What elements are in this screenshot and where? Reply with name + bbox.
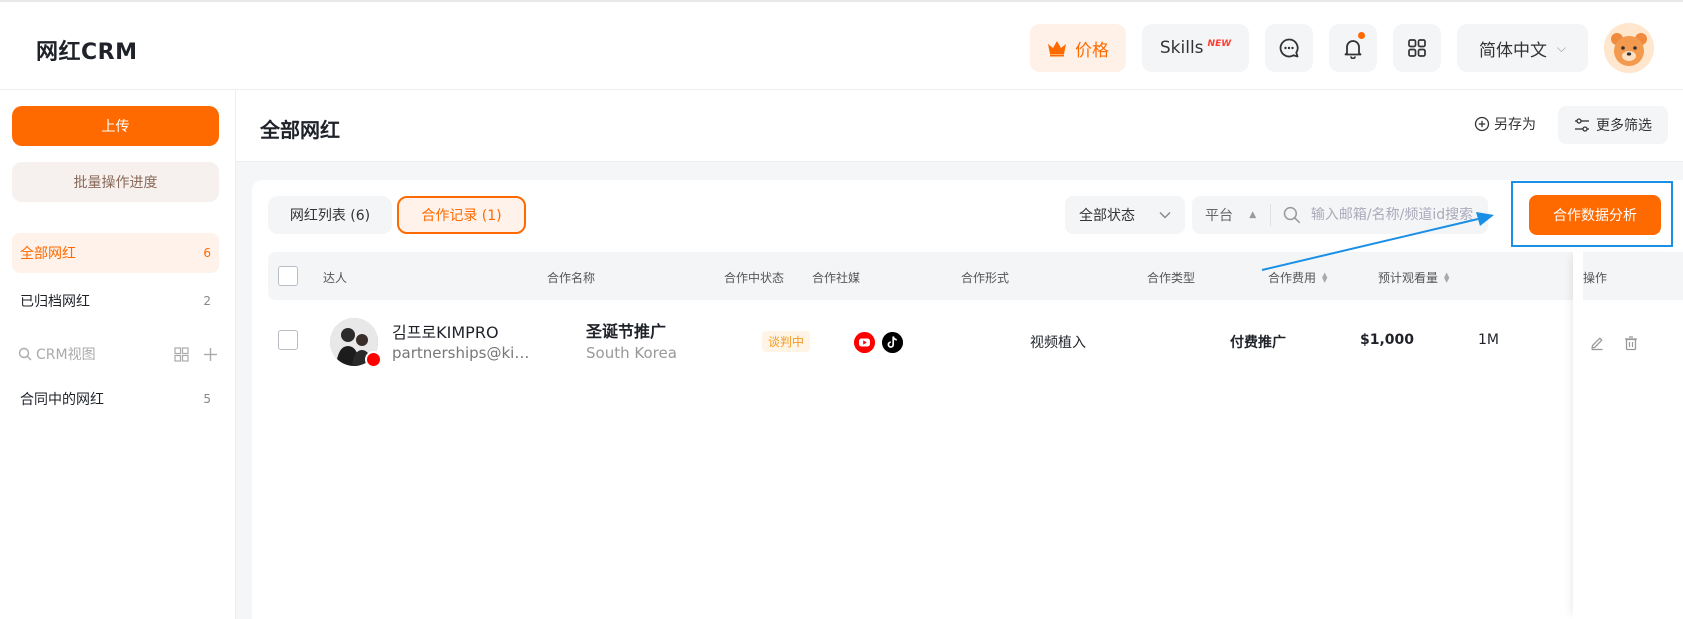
add-circle-icon	[1474, 116, 1490, 132]
search-bar: 平台 ▲	[1192, 196, 1488, 234]
influencer-avatar[interactable]	[330, 318, 382, 368]
column-header-status: 合作中状态	[724, 271, 785, 285]
tab-cooperation-records[interactable]: 合作记录 (1)	[397, 196, 526, 234]
crown-icon	[1048, 41, 1066, 57]
layout-icon[interactable]	[174, 346, 189, 362]
sidebar: 上传 批量操作进度 全部网红 6 已归档网红 2 CRM视图 合同中的网红 5	[0, 90, 236, 619]
tiktok-icon[interactable]	[882, 332, 903, 353]
sidebar-item-archived[interactable]: 已归档网红 2	[12, 281, 219, 321]
chat-icon	[1279, 38, 1299, 58]
new-badge: NEW	[1207, 39, 1232, 49]
notification-dot	[1358, 32, 1365, 39]
expected-views: 1M	[1478, 332, 1499, 348]
column-header-format: 合作形式	[961, 271, 1010, 285]
grid-icon	[1408, 39, 1426, 57]
top-bar: 网红CRM 价格 Skills NEW 简体中文 ⌵	[0, 0, 1683, 90]
region: South Korea	[586, 344, 677, 362]
status-filter-label: 全部状态	[1079, 208, 1135, 224]
sidebar-item-label: 已归档网红	[20, 294, 90, 310]
status-filter-select[interactable]: 全部状态	[1065, 196, 1185, 234]
column-header-views[interactable]: 预计观看量 ▲ ▼	[1378, 269, 1449, 286]
influencer-email: partnerships@kimpro.com	[392, 344, 542, 362]
edit-icon[interactable]	[1589, 335, 1605, 351]
chevron-down-icon: ⌵	[1556, 40, 1566, 55]
sidebar-item-count: 2	[203, 294, 211, 308]
column-header-influencer: 达人	[323, 271, 348, 285]
select-all-checkbox[interactable]	[278, 266, 298, 286]
status-badge: 谈判中	[762, 331, 811, 352]
sort-icon: ▲ ▼	[1444, 270, 1450, 284]
sidebar-item-all-influencers[interactable]: 全部网红 6	[12, 233, 219, 273]
content-card: 网红列表 (6) 合作记录 (1) 全部状态 平台 ▲ 合作数据分析 达人 合作…	[252, 180, 1683, 619]
youtube-badge-icon	[365, 351, 382, 368]
column-header-social: 合作社媒	[812, 271, 861, 285]
column-header-type: 合作类型	[1147, 271, 1196, 285]
price-label: 价格	[1075, 40, 1109, 61]
user-avatar[interactable]	[1604, 23, 1654, 73]
crm-view-section: CRM视图	[18, 342, 218, 366]
search-icon	[1283, 206, 1301, 224]
youtube-icon[interactable]	[854, 332, 875, 353]
platform-select[interactable]: 平台 ▲	[1192, 204, 1272, 226]
crm-view-actions	[174, 346, 218, 362]
influencer-name[interactable]: 김프로KIMPRO	[392, 319, 499, 343]
skills-button[interactable]: Skills NEW	[1142, 24, 1249, 72]
plus-icon[interactable]	[203, 347, 218, 362]
column-header-coop-name: 合作名称	[547, 271, 596, 285]
crm-view-label: CRM视图	[36, 347, 96, 363]
apps-button[interactable]	[1393, 24, 1441, 72]
filter-sliders-icon	[1575, 118, 1589, 132]
search-input[interactable]	[1310, 207, 1488, 223]
cooperation-fee: $1,000	[1360, 332, 1415, 348]
platform-label: 平台	[1205, 208, 1233, 224]
cooperation-analysis-button[interactable]: 合作数据分析	[1529, 195, 1661, 235]
column-header-actions: 操作	[1583, 271, 1608, 285]
column-header-fee[interactable]: 合作费用 ▲ ▼	[1268, 269, 1327, 286]
skills-label: Skills	[1159, 38, 1204, 58]
table-row[interactable]: 김프로KIMPRO partnerships@kimpro.com 圣诞节推广 …	[268, 304, 1683, 372]
app-title: 网红CRM	[36, 40, 138, 65]
caret-up-icon: ▲	[1249, 210, 1257, 220]
cooperation-format: 视频植入	[1030, 335, 1086, 351]
trash-icon[interactable]	[1623, 335, 1639, 351]
sidebar-item-label: 合同中的网红	[20, 392, 104, 408]
sidebar-item-label: 全部网红	[20, 246, 76, 262]
sort-icon: ▲ ▼	[1322, 270, 1328, 284]
chevron-down-icon	[1159, 212, 1171, 219]
more-filters-label: 更多筛选	[1596, 118, 1652, 134]
page-title: 全部网红	[260, 118, 340, 142]
column-header-views-label: 预计观看量	[1378, 271, 1439, 285]
language-label: 简体中文	[1479, 40, 1547, 61]
column-header-fee-label: 合作费用	[1268, 271, 1317, 285]
row-checkbox[interactable]	[278, 330, 298, 350]
batch-progress-button[interactable]: 批量操作进度	[12, 162, 219, 202]
bear-avatar-icon	[1604, 23, 1654, 73]
search-icon	[18, 347, 32, 361]
sidebar-item-count: 5	[203, 392, 211, 406]
sidebar-item-count: 6	[203, 246, 211, 260]
save-as-label: 另存为	[1494, 117, 1536, 133]
operation-column: 操作	[1573, 252, 1683, 619]
bell-icon	[1344, 40, 1362, 59]
tab-influencer-list[interactable]: 网红列表 (6)	[268, 196, 392, 234]
notification-button[interactable]	[1329, 24, 1377, 72]
language-select[interactable]: 简体中文 ⌵	[1457, 24, 1588, 72]
table-header: 达人 合作名称 合作中状态 合作社媒 合作形式 合作类型 合作费用 ▲ ▼ 预计观…	[268, 252, 1683, 300]
more-filters-button[interactable]: 更多筛选	[1558, 106, 1668, 144]
main-header: 全部网红 另存为 更多筛选	[236, 90, 1683, 162]
upload-button[interactable]: 上传	[12, 106, 219, 146]
price-button[interactable]: 价格	[1030, 24, 1126, 72]
cooperation-name: 圣诞节推广	[586, 322, 667, 341]
sidebar-item-contracted[interactable]: 合同中的网红 5	[12, 379, 219, 419]
chat-button[interactable]	[1265, 24, 1313, 72]
cooperation-type: 付费推广	[1230, 335, 1286, 351]
save-as-button[interactable]: 另存为	[1474, 114, 1536, 134]
